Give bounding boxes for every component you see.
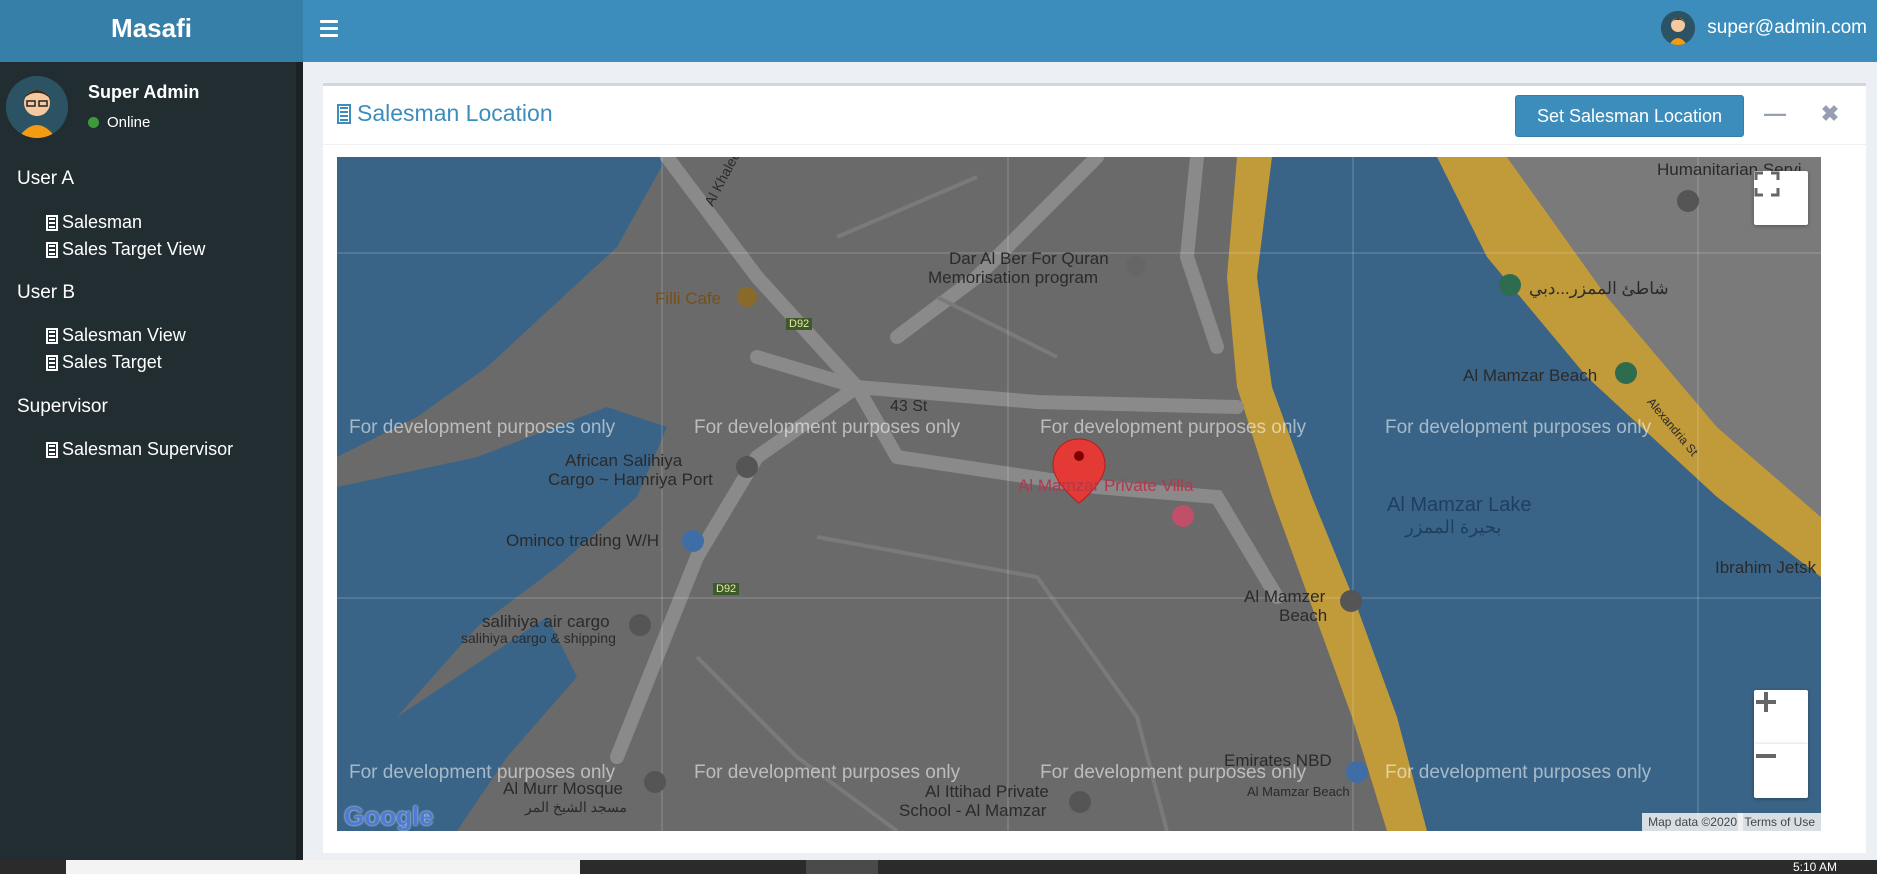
sidebar-item-sales-target-view[interactable]: Sales Target View: [46, 239, 205, 260]
dev-watermark: For development purposes only: [1040, 417, 1307, 438]
dev-watermark: For development purposes only: [349, 417, 616, 438]
user-name: Super Admin: [88, 82, 200, 102]
sidebar-toggle-icon[interactable]: [320, 16, 344, 40]
map-attribution: Map data ©2020: [1642, 813, 1743, 831]
page-title: Salesman Location: [357, 100, 553, 126]
building-icon: [46, 441, 58, 458]
building-icon: [337, 103, 351, 124]
sidebar-item-label: Salesman View: [62, 325, 186, 345]
section-user-b: User B: [17, 282, 76, 303]
sidebar: Super Admin Online User A Salesman Sales…: [0, 62, 296, 862]
poi-label: School - Al Mamzar: [899, 801, 1047, 820]
poi-label: شاطئ الممزر...دبي: [1529, 279, 1669, 298]
sidebar-item-label: Salesman Supervisor: [62, 439, 234, 459]
poi-label: salihiya cargo & shipping: [461, 630, 616, 646]
poi-label: Al Mamzar Private Villa: [1018, 476, 1194, 495]
taskbar: 5:10 AM: [0, 860, 1877, 874]
sidebar-item-label: Sales Target View: [62, 239, 206, 259]
sidebar-item-salesman[interactable]: Salesman: [46, 212, 142, 233]
sidebar-item-salesman-view[interactable]: Salesman View: [46, 325, 186, 346]
fullscreen-icon[interactable]: [1754, 171, 1808, 225]
water-label: بحيرة الممزر: [1405, 517, 1502, 537]
online-dot-icon: [88, 117, 99, 128]
zoom-out-icon[interactable]: [1754, 744, 1808, 798]
road-shield: D92: [713, 583, 740, 595]
poi-label: African Salihiya: [565, 451, 683, 470]
box-title: Salesman Location: [337, 100, 553, 127]
user-email: super@admin.com: [1707, 17, 1867, 38]
sidebar-item-label: Sales Target: [62, 352, 162, 372]
taskbar-clock: 5:10 AM: [1792, 860, 1837, 874]
dev-watermark: For development purposes only: [1385, 762, 1652, 783]
sidebar-item-salesman-supervisor[interactable]: Salesman Supervisor: [46, 439, 233, 460]
salesman-location-box: Salesman Location Set Salesman Location …: [323, 83, 1866, 853]
poi-label: Cargo ~ Hamriya Port: [548, 470, 713, 489]
poi-label: Ominco trading W/H: [506, 531, 660, 550]
section-user-a: User A: [17, 168, 75, 189]
sidebar-item-label: Salesman: [62, 212, 143, 232]
street-label: 43 St: [890, 398, 928, 415]
road-shield: D92: [786, 318, 813, 330]
user-panel: Super Admin Online: [6, 76, 286, 140]
minus-icon[interactable]: —: [1761, 100, 1789, 128]
poi-label: Ibrahim Jetsk: [1715, 558, 1817, 577]
water-label: Al Mamzar Lake: [1387, 494, 1532, 516]
avatar: [6, 76, 68, 138]
google-map[interactable]: For development purposes only For develo…: [337, 157, 1821, 831]
poi-label: Al Mamzer: [1244, 587, 1326, 606]
taskbar-search[interactable]: [66, 860, 580, 874]
poi-label: Al Mamzar Beach: [1247, 784, 1350, 799]
avatar: [1661, 11, 1696, 45]
poi-label: salihiya air cargo: [482, 612, 610, 631]
sidebar-edge: [296, 62, 303, 862]
poi-label: Al Ittihad Private: [925, 782, 1049, 801]
poi-label: Memorisation program: [928, 268, 1099, 287]
poi-label: Al Murr Mosque: [503, 779, 623, 798]
close-icon[interactable]: ✖: [1816, 100, 1844, 128]
poi-label: Filli Cafe: [655, 289, 722, 308]
section-supervisor: Supervisor: [17, 396, 108, 417]
divider: [323, 144, 1866, 145]
user-status: Online: [88, 114, 150, 131]
poi-label: Emirates NBD: [1224, 751, 1332, 770]
building-icon: [46, 354, 58, 371]
set-salesman-location-button[interactable]: Set Salesman Location: [1515, 95, 1744, 137]
top-navbar: Masafi super@admin.com: [0, 0, 1877, 62]
building-icon: [46, 327, 58, 344]
poi-label: مسجد الشيخ المر: [525, 799, 628, 815]
user-menu[interactable]: super@admin.com: [1661, 10, 1867, 46]
poi-label: Al Mamzar Beach: [1463, 366, 1598, 385]
poi-label: Beach: [1279, 606, 1328, 625]
terms-of-use-link[interactable]: Terms of Use: [1738, 813, 1821, 831]
building-icon: [46, 214, 58, 231]
poi-label: Dar Al Ber For Quran: [949, 249, 1109, 268]
brand-logo[interactable]: Masafi: [0, 0, 303, 62]
zoom-in-icon[interactable]: [1754, 690, 1808, 744]
dev-watermark: For development purposes only: [1385, 417, 1652, 438]
google-logo: Google: [344, 801, 434, 831]
sidebar-item-sales-target[interactable]: Sales Target: [46, 352, 162, 373]
status-text: Online: [107, 114, 151, 131]
dev-watermark: For development purposes only: [694, 762, 961, 783]
dev-watermark: For development purposes only: [694, 417, 961, 438]
taskbar-tile[interactable]: [806, 860, 878, 874]
building-icon: [46, 241, 58, 258]
